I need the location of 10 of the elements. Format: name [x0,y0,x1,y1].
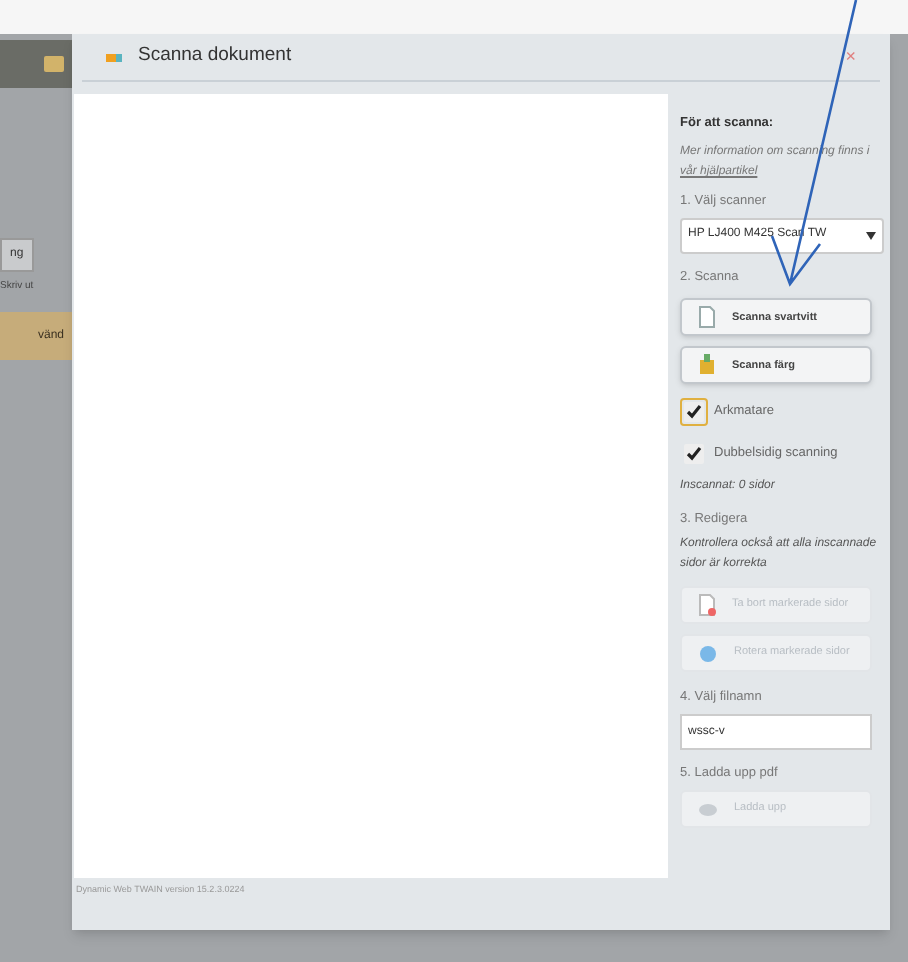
rotate-icon [698,643,718,663]
checkbox[interactable] [684,443,704,464]
dialog-title: Scanna dokument [138,42,292,71]
document-icon [698,306,716,329]
document-icon [698,594,716,616]
logo-icon [106,53,122,61]
caret-icon [866,231,876,239]
folder-icon [44,56,64,72]
paint-icon [698,354,716,377]
cloud-icon [698,801,718,815]
